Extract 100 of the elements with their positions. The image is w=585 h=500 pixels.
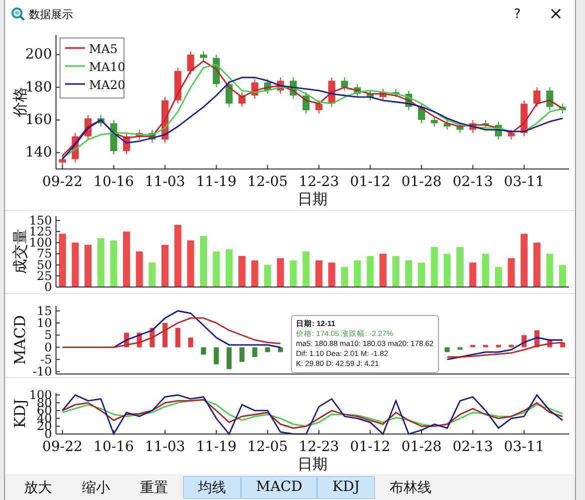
candlestick	[136, 129, 143, 140]
axis-label: 12-23	[298, 439, 340, 455]
axis-label: 01-12	[350, 439, 390, 455]
volume-bar	[328, 262, 336, 287]
volume-bar	[366, 256, 374, 287]
macd-bar	[483, 344, 488, 348]
volume-bar	[276, 258, 284, 287]
volume-bar	[430, 247, 438, 287]
toolbar-button[interactable]: KDJ	[317, 476, 375, 498]
legend-label: MA20	[89, 78, 126, 92]
candlestick	[187, 50, 194, 75]
axis-title: 成交量	[11, 229, 29, 274]
volume-bar	[533, 242, 540, 287]
volume-bar	[456, 247, 464, 287]
volume-bar	[290, 260, 297, 287]
volume-bar	[469, 262, 476, 287]
candlestick	[508, 129, 515, 140]
macd-bar	[508, 344, 514, 348]
macd-bar	[201, 347, 206, 355]
volume-bar	[559, 264, 566, 287]
candlestick	[276, 77, 284, 94]
toolbar-button[interactable]: MACD	[241, 476, 318, 498]
axis-label: -5	[40, 352, 52, 366]
volume-bar	[508, 258, 515, 287]
axis-label: 01-28	[401, 174, 442, 190]
macd-bar	[278, 347, 283, 352]
axis-label: 5	[44, 328, 52, 342]
candlestick	[328, 77, 336, 108]
volume-bar	[72, 242, 79, 287]
axis-label: 11-19	[196, 174, 236, 190]
macd-bar	[265, 347, 270, 352]
macd-bar	[470, 344, 476, 348]
candlestick	[469, 119, 476, 134]
toolbar-button[interactable]: 重置	[125, 476, 183, 498]
axis-label: 150	[29, 213, 52, 228]
volume-bar	[405, 260, 412, 287]
candlestick	[392, 88, 400, 98]
candlestick	[482, 119, 490, 129]
help-button[interactable]: ?	[506, 4, 529, 24]
toolbar-button[interactable]: 均线	[183, 476, 241, 498]
axis-label: 03-11	[504, 439, 544, 455]
axis-label: 11-03	[144, 439, 186, 455]
axis-label: 12-23	[298, 174, 340, 190]
window-title: 数据展示	[29, 6, 73, 22]
candlestick	[226, 80, 233, 108]
legend-line	[65, 83, 85, 85]
axis-label: 11-19	[196, 439, 236, 455]
candlestick	[97, 114, 104, 127]
macd-bar	[560, 342, 566, 348]
axis-label: 09-22	[42, 174, 83, 190]
volume-bar	[162, 244, 168, 287]
candlestick	[559, 103, 566, 114]
volume-bar	[123, 232, 130, 287]
macd-bar	[547, 340, 552, 348]
axis-label: 03-11	[504, 174, 544, 190]
candlestick	[494, 121, 502, 140]
volume-bar	[174, 224, 182, 287]
axis-label: 11-03	[144, 174, 186, 190]
axis-label: 15	[36, 304, 52, 318]
volume-bar	[494, 267, 502, 287]
volume-bar	[226, 249, 233, 287]
volume-bar	[341, 267, 348, 287]
axis-label: 10	[36, 316, 52, 330]
axis-label: 02-13	[452, 174, 493, 190]
toolbar-button[interactable]: 缩小	[67, 476, 125, 498]
candlestick	[366, 90, 374, 101]
volume-bar	[354, 260, 361, 287]
candlestick	[110, 119, 118, 155]
volume-bar	[302, 252, 310, 287]
legend-line	[65, 47, 85, 49]
close-button[interactable]: ×	[540, 2, 571, 26]
volume-bar	[546, 254, 554, 287]
toolbar-button[interactable]: 放大	[9, 476, 67, 498]
candlestick	[354, 84, 361, 98]
macd-bar	[457, 347, 462, 350]
candlestick	[418, 103, 426, 124]
macd-bar	[252, 347, 258, 357]
y-axis	[56, 392, 60, 434]
macd-bar	[496, 344, 501, 348]
axis-label: 09-22	[42, 439, 83, 455]
macd-bar	[522, 335, 527, 348]
legend-label: MA10	[89, 60, 126, 74]
axis-label: -10	[32, 364, 52, 377]
volume-bar	[187, 240, 194, 287]
candlestick	[405, 90, 412, 111]
axis-label: 10-16	[94, 174, 134, 190]
candlestick	[212, 54, 220, 88]
volume-bar	[482, 254, 490, 287]
candlestick	[58, 155, 66, 166]
candlestick	[456, 122, 464, 134]
candlestick	[533, 86, 540, 108]
axis-title: MACD	[11, 315, 29, 365]
macd-bar	[150, 328, 155, 348]
axis-label: 0	[44, 280, 52, 293]
axis-title: 价格	[11, 87, 29, 117]
toolbar-button[interactable]: 布林线	[374, 476, 447, 498]
candlestick	[380, 88, 387, 101]
candlestick	[72, 132, 79, 163]
volume-bar	[392, 256, 400, 287]
macd-bar	[162, 323, 168, 348]
